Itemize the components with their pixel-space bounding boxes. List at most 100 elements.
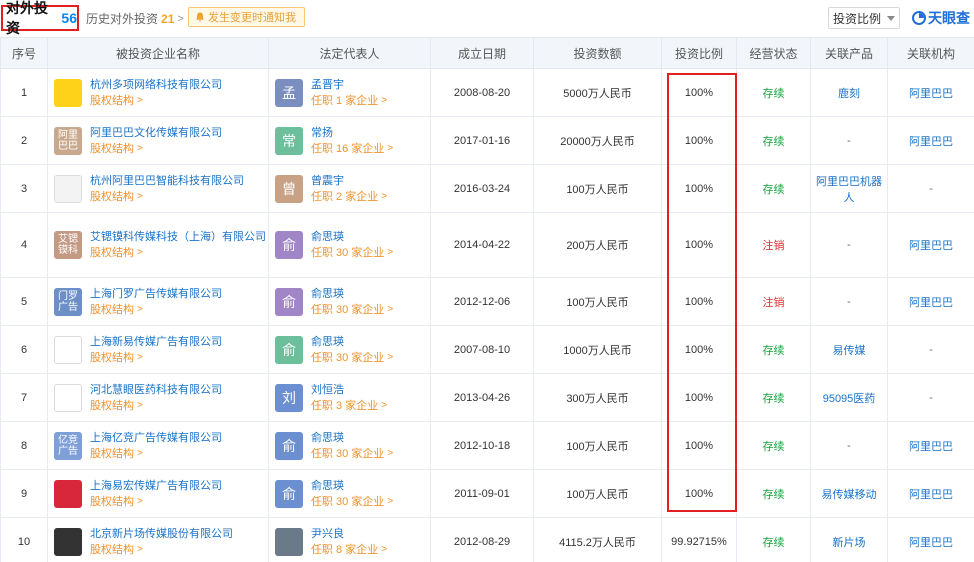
representative-roles-link[interactable]: 任职 3 家企业 > xyxy=(311,398,387,414)
company-name-link[interactable]: 杭州多项网络科技有限公司 xyxy=(90,77,222,93)
related-org[interactable]: 阿里巴巴 xyxy=(887,421,974,470)
related-product: - xyxy=(810,421,888,470)
table-row: 1 杭州多项网络科技有限公司 股权结构 > 孟孟晋宇 任职 1 家企业 >2008-08-2… xyxy=(0,68,974,117)
related-org[interactable]: 阿里巴巴 xyxy=(887,68,974,117)
notify-label: 发生变更时通知我 xyxy=(208,12,296,24)
company-logo[interactable] xyxy=(54,174,82,203)
representative-avatar[interactable]: 俞 xyxy=(275,335,303,364)
representative-avatar[interactable] xyxy=(275,527,303,556)
chevron-right-icon: > xyxy=(387,142,394,154)
representative-roles-link[interactable]: 任职 30 家企业 > xyxy=(311,350,393,366)
representative-roles-link[interactable]: 任职 1 家企业 > xyxy=(311,93,387,109)
equity-structure-link[interactable]: 股权结构 > xyxy=(90,446,143,462)
investment-amount: 4115.2万人民币 xyxy=(533,517,662,562)
representative-roles-link[interactable]: 任职 2 家企业 > xyxy=(311,189,387,205)
company-logo[interactable] xyxy=(54,383,82,412)
representative-roles-link[interactable]: 任职 8 家企业 > xyxy=(311,542,387,558)
related-product[interactable]: 95095医药 xyxy=(810,373,888,422)
company-name-link[interactable]: 艾锶镆科传媒科技（上海）有限公司 xyxy=(90,229,266,245)
representative-avatar[interactable]: 刘 xyxy=(275,383,303,412)
notify-on-change-button[interactable]: 发生变更时通知我 xyxy=(188,7,305,27)
company-logo[interactable] xyxy=(54,479,82,508)
representative-avatar[interactable]: 曾 xyxy=(275,174,303,203)
equity-structure-link[interactable]: 股权结构 > xyxy=(90,398,143,414)
representative-name-link[interactable]: 俞思瑛 xyxy=(311,334,393,350)
chevron-right-icon: > xyxy=(137,447,143,459)
company-name-link[interactable]: 上海亿竞广告传媒有限公司 xyxy=(90,430,222,446)
related-product[interactable]: 阿里巴巴机器人 xyxy=(810,164,888,213)
representative-name-link[interactable]: 俞思瑛 xyxy=(311,478,393,494)
equity-structure-link[interactable]: 股权结构 > xyxy=(90,141,143,157)
equity-structure-link[interactable]: 股权结构 > xyxy=(90,350,143,366)
bell-icon xyxy=(196,12,204,22)
representative-name-link[interactable]: 俞思瑛 xyxy=(311,430,393,446)
company-logo[interactable] xyxy=(54,335,82,364)
related-org[interactable]: 阿里巴巴 xyxy=(887,469,974,518)
company-logo[interactable] xyxy=(54,78,82,107)
company-name-link[interactable]: 上海门罗广告传媒有限公司 xyxy=(90,286,222,302)
column-header-ratio[interactable]: 投资比例 xyxy=(661,37,737,69)
representative-roles-link[interactable]: 任职 30 家企业 > xyxy=(311,245,393,261)
related-org[interactable]: 阿里巴巴 xyxy=(887,517,974,562)
company-logo[interactable]: 艾锶镆科 xyxy=(54,231,82,259)
representative-avatar[interactable]: 俞 xyxy=(275,431,303,460)
representative-name-link[interactable]: 俞思瑛 xyxy=(311,286,393,302)
representative-name-link[interactable]: 刘恒浩 xyxy=(311,382,387,398)
equity-structure-link[interactable]: 股权结构 > xyxy=(90,494,143,510)
representative-name-link[interactable]: 常扬 xyxy=(311,125,393,141)
company-logo[interactable]: 阿里巴巴 xyxy=(54,126,82,155)
investment-amount: 300万人民币 xyxy=(533,373,662,422)
history-investments-link[interactable]: 历史对外投资 21 > xyxy=(86,10,184,27)
representative-roles-link[interactable]: 任职 30 家企业 > xyxy=(311,446,393,462)
sort-dropdown[interactable]: 投资比例 xyxy=(828,7,900,29)
row-number: 4 xyxy=(0,212,48,278)
equity-structure-link[interactable]: 股权结构 > xyxy=(90,189,143,205)
representative-name-link[interactable]: 曾震宇 xyxy=(311,173,387,189)
company-name-link[interactable]: 阿里巴巴文化传媒有限公司 xyxy=(90,125,222,141)
related-org[interactable]: 阿里巴巴 xyxy=(887,277,974,326)
representative-avatar[interactable]: 俞 xyxy=(275,287,303,316)
equity-structure-link[interactable]: 股权结构 > xyxy=(90,93,143,109)
representative-roles-link[interactable]: 任职 30 家企业 > xyxy=(311,494,393,510)
table-row: 3 杭州阿里巴巴智能科技有限公司 股权结构 > 曾曾震宇 任职 2 家企业 >2016-03… xyxy=(0,164,974,213)
investment-amount: 200万人民币 xyxy=(533,212,662,278)
representative-roles-label: 任职 3 家企业 xyxy=(311,399,379,412)
company-name-link[interactable]: 北京新片场传媒股份有限公司 xyxy=(90,526,233,542)
related-product[interactable]: 新片场 xyxy=(810,517,888,562)
company-name-link[interactable]: 上海易宏传媒广告有限公司 xyxy=(90,478,222,494)
representative-avatar[interactable]: 孟 xyxy=(275,78,303,107)
chevron-right-icon: > xyxy=(381,543,388,555)
equity-structure-link[interactable]: 股权结构 > xyxy=(90,245,143,261)
company-name-link[interactable]: 河北慧眼医药科技有限公司 xyxy=(90,382,222,398)
representative-name-link[interactable]: 俞思瑛 xyxy=(311,229,393,245)
representative-roles-link[interactable]: 任职 30 家企业 > xyxy=(311,302,393,318)
investment-amount: 1000万人民币 xyxy=(533,325,662,374)
representative-avatar[interactable]: 常 xyxy=(275,126,303,155)
company-name-link[interactable]: 杭州阿里巴巴智能科技有限公司 xyxy=(90,173,244,189)
related-product[interactable]: 易传媒 xyxy=(810,325,888,374)
equity-structure-link[interactable]: 股权结构 > xyxy=(90,542,143,558)
investment-amount: 100万人民币 xyxy=(533,277,662,326)
related-product[interactable]: 易传媒移动 xyxy=(810,469,888,518)
column-header-date: 成立日期 xyxy=(430,37,534,69)
section-title: 对外投资 56 xyxy=(1,0,79,36)
representative-avatar[interactable]: 俞 xyxy=(275,479,303,508)
related-org[interactable]: 阿里巴巴 xyxy=(887,116,974,165)
representative-avatar[interactable]: 俞 xyxy=(275,231,303,259)
section-title-text: 对外投资 xyxy=(6,0,48,36)
equity-structure-link[interactable]: 股权结构 > xyxy=(90,302,143,318)
representative-name-link[interactable]: 孟晋宇 xyxy=(311,77,387,93)
company-name-link[interactable]: 上海新易传媒广告有限公司 xyxy=(90,334,222,350)
company-logo[interactable]: 门罗广告 xyxy=(54,287,82,316)
representative-roles-link[interactable]: 任职 16 家企业 > xyxy=(311,141,393,157)
related-product[interactable]: 鹿刻 xyxy=(810,68,888,117)
company-logo[interactable]: 亿竞广告 xyxy=(54,431,82,460)
representative-name-link[interactable]: 尹兴良 xyxy=(311,526,387,542)
company-logo[interactable] xyxy=(54,527,82,556)
related-org[interactable]: 阿里巴巴 xyxy=(887,212,974,278)
business-status: 存续 xyxy=(736,164,811,213)
table-header-row: 序号 被投资企业名称 法定代表人 成立日期 投资数额 投资比例 经营状态 关联产… xyxy=(0,37,974,69)
related-product: - xyxy=(810,212,888,278)
established-date: 2012-12-06 xyxy=(430,277,534,326)
investment-table: 序号 被投资企业名称 法定代表人 成立日期 投资数额 投资比例 经营状态 关联产… xyxy=(0,37,974,562)
